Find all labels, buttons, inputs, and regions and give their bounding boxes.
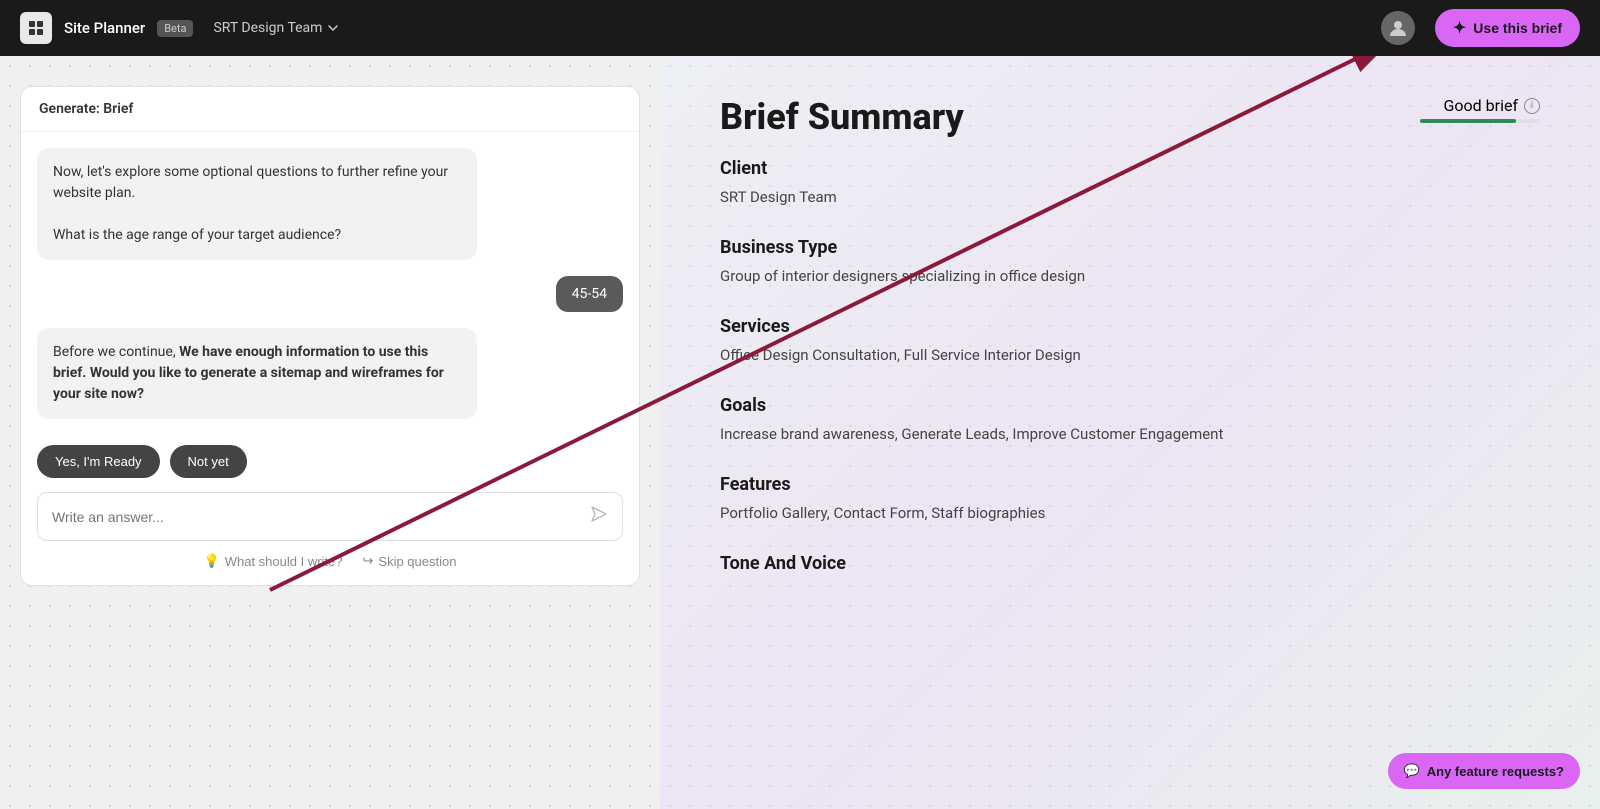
brief-title: Brief Summary	[720, 96, 1540, 138]
yes-ready-button[interactable]: Yes, I'm Ready	[37, 445, 160, 478]
lightbulb-icon: 💡	[204, 553, 220, 569]
chat-input[interactable]	[52, 509, 590, 525]
skip-icon: ↪	[363, 553, 374, 569]
section-value-services: Office Design Consultation, Full Service…	[720, 343, 1540, 367]
main-content: Generate: Brief Now, let's explore some …	[0, 56, 1600, 809]
chat-bubble-icon: 💬	[1404, 763, 1420, 779]
what-to-write-button[interactable]: 💡 What should I write?	[204, 553, 343, 569]
section-value-features: Portfolio Gallery, Contact Form, Staff b…	[720, 501, 1540, 525]
section-title-business-type: Business Type	[720, 237, 1540, 258]
brief-section-client: Client SRT Design Team	[720, 158, 1540, 209]
skip-question-button[interactable]: ↪ Skip question	[363, 553, 457, 569]
good-brief-progress-bar	[1420, 119, 1540, 123]
avatar-icon	[1388, 18, 1408, 38]
brief-section-tone: Tone And Voice	[720, 553, 1540, 574]
chat-actions: Yes, I'm Ready Not yet	[21, 435, 639, 492]
section-title-client: Client	[720, 158, 1540, 179]
feature-requests-button[interactable]: 💬 Any feature requests?	[1388, 753, 1580, 789]
not-yet-button[interactable]: Not yet	[170, 445, 247, 478]
good-brief-wrapper: Good brief i	[1420, 96, 1540, 123]
app-title: Site Planner	[64, 19, 145, 37]
use-brief-label: Use this brief	[1473, 20, 1562, 36]
brief-section-business-type: Business Type Group of interior designer…	[720, 237, 1540, 288]
right-panel: Good brief i Brief Summary Client SRT De…	[660, 56, 1600, 809]
left-panel: Generate: Brief Now, let's explore some …	[0, 56, 660, 809]
team-selector[interactable]: SRT Design Team	[213, 20, 339, 36]
send-icon	[590, 505, 608, 523]
chat-container: Generate: Brief Now, let's explore some …	[20, 86, 640, 586]
section-title-services: Services	[720, 316, 1540, 337]
user-avatar[interactable]	[1381, 11, 1415, 45]
chevron-down-icon	[327, 22, 339, 34]
section-title-goals: Goals	[720, 395, 1540, 416]
beta-badge: Beta	[157, 20, 193, 37]
use-brief-button[interactable]: ✦ Use this brief	[1435, 9, 1580, 47]
question-text: What is the age range of your target aud…	[53, 227, 341, 243]
section-value-client: SRT Design Team	[720, 185, 1540, 209]
top-navigation: Site Planner Beta SRT Design Team ✦ Use …	[0, 0, 1600, 56]
bot-message-1: Now, let's explore some optional questio…	[37, 148, 477, 260]
team-name: SRT Design Team	[213, 20, 322, 36]
bot-message-2: Before we continue, We have enough infor…	[37, 328, 477, 419]
info-icon[interactable]: i	[1524, 98, 1540, 114]
brief-section-goals: Goals Increase brand awareness, Generate…	[720, 395, 1540, 446]
chat-header: Generate: Brief	[21, 87, 639, 132]
chat-footer: 💡 What should I write? ↪ Skip question	[21, 553, 639, 585]
send-button[interactable]	[590, 505, 608, 528]
chat-input-area[interactable]	[37, 492, 623, 541]
brief-section-services: Services Office Design Consultation, Ful…	[720, 316, 1540, 367]
chat-messages[interactable]: Now, let's explore some optional questio…	[21, 132, 639, 435]
section-title-tone: Tone And Voice	[720, 553, 1540, 574]
section-value-goals: Increase brand awareness, Generate Leads…	[720, 422, 1540, 446]
good-brief-progress-fill	[1420, 119, 1516, 123]
brief-section-features: Features Portfolio Gallery, Contact Form…	[720, 474, 1540, 525]
section-value-business-type: Group of interior designers specializing…	[720, 264, 1540, 288]
section-title-features: Features	[720, 474, 1540, 495]
good-brief-row: Good brief i	[1420, 96, 1540, 115]
sparkle-icon: ✦	[1453, 18, 1466, 38]
good-brief-label: Good brief	[1444, 96, 1518, 115]
app-logo	[20, 12, 52, 44]
user-message-1: 45-54	[556, 276, 623, 312]
